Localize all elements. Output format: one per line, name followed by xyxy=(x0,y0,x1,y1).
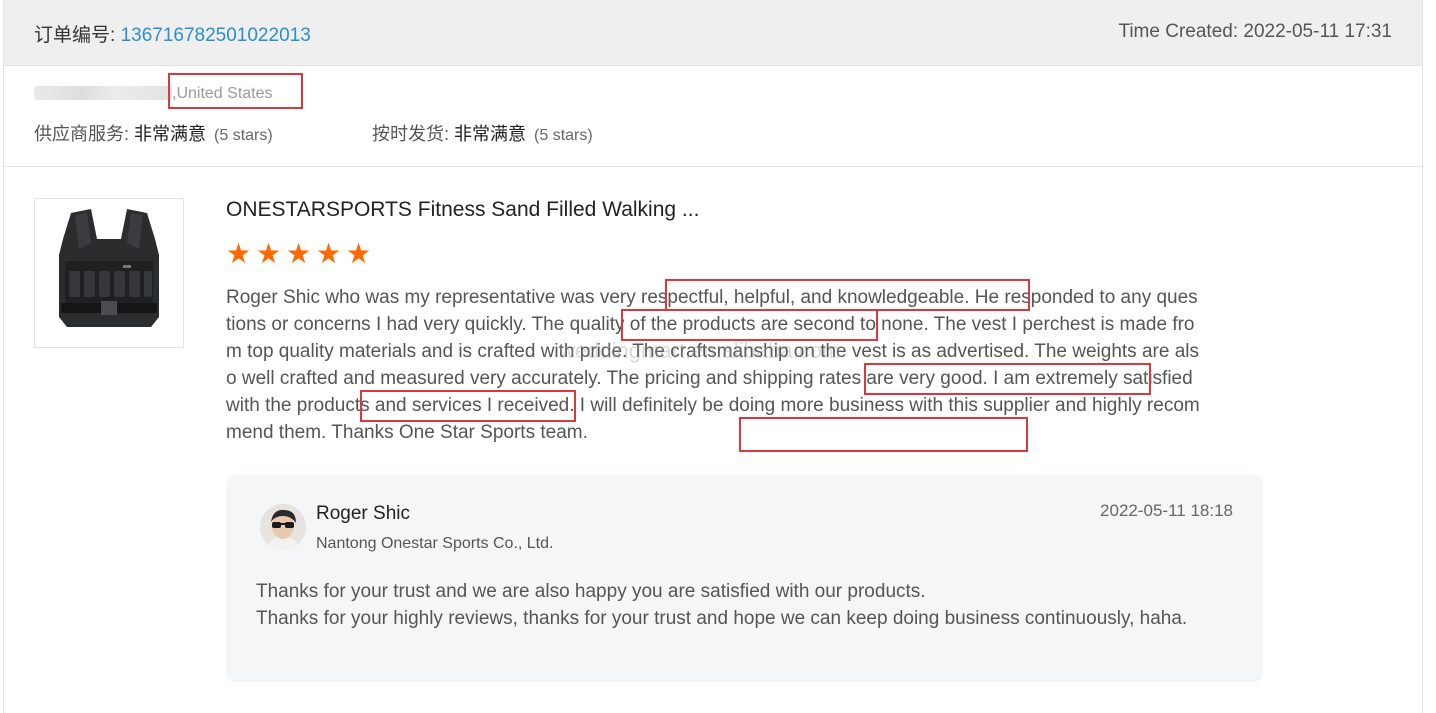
avatar-image xyxy=(260,504,306,550)
rating-value: 非常满意 xyxy=(134,124,207,144)
review-segment-highlighted: respectful, helpful, and knowledgeable. xyxy=(641,287,970,308)
order-header: 订单编号: 136716782501022013 Time Created: 2… xyxy=(4,0,1422,66)
rating-on-time-shipping: 按时发货: 非常满意 (5 stars) xyxy=(372,120,593,146)
reply-author-name: Roger Shic xyxy=(316,503,410,524)
order-id-row: 订单编号: 136716782501022013 xyxy=(34,20,311,47)
review-segment-highlighted: The pricing and shipping rates xyxy=(606,368,862,389)
rating-value: 非常满意 xyxy=(454,124,527,144)
order-id-label: 订单编号: xyxy=(34,25,121,46)
order-number-link[interactable]: 136716782501022013 xyxy=(121,25,311,46)
star-icon: ★ xyxy=(286,238,312,269)
supplier-reply: Roger Shic Nantong Onestar Sports Co., L… xyxy=(226,475,1263,682)
divider xyxy=(4,166,1422,167)
star-icon: ★ xyxy=(226,238,252,269)
review-segment-highlighted: Thanks One Star Sports team. xyxy=(331,422,588,443)
reply-company: Nantong Onestar Sports Co., Ltd. xyxy=(316,535,554,552)
star-icon: ★ xyxy=(256,238,282,269)
review-segment: Roger Shic who was my representative was… xyxy=(226,287,641,308)
time-created: Time Created: 2022-05-11 17:31 xyxy=(1118,21,1392,42)
product-title[interactable]: ONESTARSPORTS Fitness Sand Filled Walkin… xyxy=(226,198,699,222)
review-segment: are very good. I am xyxy=(861,368,1036,389)
buyer-name-redacted xyxy=(34,86,172,100)
avatar xyxy=(260,504,306,550)
rating-name: 按时发货: xyxy=(372,124,455,144)
product-image xyxy=(59,209,159,327)
rating-stars: (5 stars) xyxy=(214,127,273,144)
review-segment-highlighted: The quality of the products xyxy=(531,314,756,335)
rating-stars: (5 stars) xyxy=(534,127,593,144)
reply-text: Thanks for your trust and we are also ha… xyxy=(256,578,1236,632)
weighted-vest-icon[interactable] xyxy=(34,198,184,348)
order-review-card: 订单编号: 136716782501022013 Time Created: 2… xyxy=(3,0,1423,713)
reply-timestamp: 2022-05-11 18:18 xyxy=(1100,501,1233,520)
star-icon: ★ xyxy=(346,238,372,269)
reply-line: Thanks for your highly reviews, thanks f… xyxy=(256,608,1188,629)
reply-line: Thanks for your trust and we are also ha… xyxy=(256,581,926,602)
buyer-country: ,United States xyxy=(172,85,273,102)
review-text: Roger Shic who was my representative was… xyxy=(226,284,1201,446)
star-rating: ★ ★ ★ ★ ★ xyxy=(226,238,376,271)
rating-supplier-service: 供应商服务: 非常满意 (5 stars) xyxy=(34,120,273,146)
star-icon: ★ xyxy=(316,238,342,269)
rating-name: 供应商服务: xyxy=(34,124,135,144)
